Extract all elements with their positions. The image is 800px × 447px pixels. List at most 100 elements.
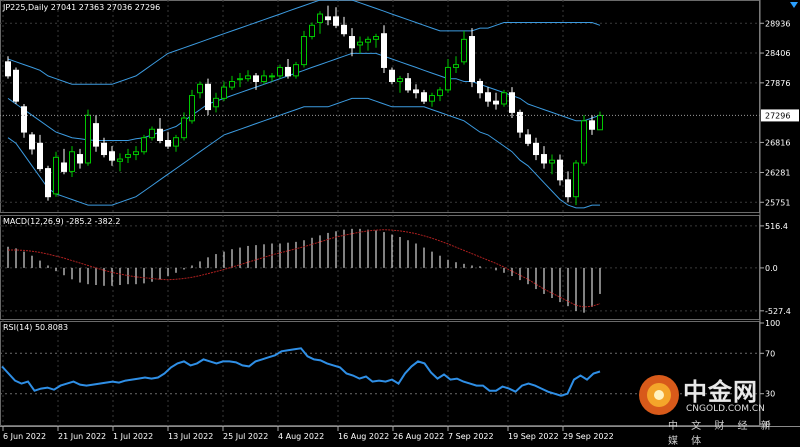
macd-tick-label: -527.4: [765, 307, 791, 316]
price-ohlc: 27041 27363 27036 27296: [50, 3, 161, 12]
watermark-url: CNGOLD.COM.CN: [686, 404, 765, 414]
candle-body: [5, 61, 11, 77]
candle-body: [565, 179, 571, 198]
candle-body: [189, 95, 195, 122]
candle-body: [109, 151, 115, 161]
candle-body: [349, 36, 355, 49]
x-tick-label: 26 Aug 2022: [393, 432, 444, 441]
candle-body: [37, 142, 43, 170]
watermark-subtitle: 中 文 财 经 新 媒 体: [668, 421, 776, 447]
candle-body: [469, 36, 475, 82]
candle-body: [549, 159, 555, 164]
candle-body: [581, 120, 587, 164]
candle-body: [237, 78, 243, 81]
candle-body: [261, 75, 267, 82]
candle-body: [341, 24, 347, 35]
candle-body: [373, 36, 379, 40]
chart-grid: [0, 0, 800, 427]
candle-body: [53, 156, 59, 195]
price-symbol: JP225,Daily: [3, 3, 49, 12]
x-tick-label: 21 Jun 2022: [58, 432, 106, 441]
chart-shift-arrow-icon[interactable]: [790, 2, 798, 8]
price-panel: [0, 0, 760, 209]
x-tick-label: 19 Sep 2022: [508, 432, 559, 441]
x-tick-label: 13 Jul 2022: [168, 432, 213, 441]
candle-body: [333, 16, 339, 26]
candle-body: [29, 134, 35, 150]
macd-title-label: MACD(12,26,9) -285.2 -382.2: [3, 217, 121, 226]
rsi-line: [1, 347, 601, 397]
price-tick-label: 25751: [765, 198, 790, 207]
price-title-label: JP225,Daily 27041 27363 27036 27296: [3, 3, 160, 12]
bollinger-lower-line: [7, 97, 600, 209]
candle-body: [461, 38, 467, 63]
candle-body: [181, 117, 187, 139]
candle-body: [501, 92, 507, 105]
price-tick-label: 26816: [765, 138, 790, 147]
candle-body: [205, 83, 211, 111]
candle-body: [301, 36, 307, 66]
cngold-watermark: 中金网 CNGOLD.COM.CN 中 文 财 经 新 媒 体: [636, 370, 796, 447]
candle-body: [413, 89, 419, 94]
price-tick-label: 28936: [765, 19, 790, 28]
macd-tick-label: 0.0: [765, 264, 778, 273]
candle-body: [397, 78, 403, 82]
x-tick-label: 29 Sep 2022: [563, 432, 614, 441]
candle-body: [77, 154, 83, 164]
candle-body: [597, 114, 603, 131]
candle-body: [509, 92, 515, 113]
candle-body: [325, 16, 331, 21]
candle-body: [125, 154, 131, 158]
candle-body: [389, 69, 395, 82]
candle-body: [21, 106, 27, 133]
x-tick-label: 1 Jul 2022: [113, 432, 153, 441]
candle-body: [309, 24, 315, 38]
candle-body: [477, 80, 483, 94]
candle-body: [453, 64, 459, 68]
candle-body: [93, 123, 99, 147]
candle-body: [285, 66, 291, 77]
x-tick-label: 7 Sep 2022: [448, 432, 494, 441]
candle-body: [229, 80, 235, 88]
candle-body: [269, 75, 275, 78]
candle-body: [85, 114, 91, 164]
candle-body: [61, 162, 67, 172]
candle-body: [493, 100, 499, 105]
candle-body: [13, 69, 19, 102]
current-price-label: 27296: [765, 111, 790, 120]
candle-body: [221, 86, 227, 99]
candle-body: [445, 66, 451, 91]
candle-body: [277, 66, 283, 77]
macd-panel: [7, 228, 601, 313]
candle-body: [213, 97, 219, 108]
candle-body: [573, 162, 579, 198]
candle-body: [117, 158, 123, 162]
candle-body: [365, 38, 371, 43]
candle-body: [533, 142, 539, 156]
cngold-logo-icon: [639, 375, 679, 415]
candle-body: [437, 89, 443, 97]
candle-body: [69, 151, 75, 172]
candle-body: [141, 137, 147, 153]
candle-body: [429, 95, 435, 102]
price-tick-label: 27876: [765, 79, 790, 88]
candle-body: [525, 134, 531, 144]
x-tick-label: 16 Aug 2022: [338, 432, 389, 441]
candle-body: [165, 140, 171, 147]
candle-body: [557, 159, 563, 181]
rsi-tick-label: 100: [765, 319, 780, 328]
candle-body: [357, 41, 363, 46]
x-tick-label: 4 Aug 2022: [278, 432, 324, 441]
candle-body: [421, 92, 427, 102]
candle-body: [405, 78, 411, 91]
x-tick-label: 25 Jul 2022: [223, 432, 268, 441]
candle-body: [101, 142, 107, 156]
candle-body: [149, 128, 155, 139]
price-tick-label: 26281: [765, 168, 790, 177]
macd-tick-label: 516.4: [765, 222, 788, 231]
rsi-panel: [1, 347, 601, 397]
candle-body: [197, 83, 203, 94]
candle-body: [589, 120, 595, 130]
candle-body: [485, 92, 491, 102]
candle-body: [381, 33, 387, 68]
